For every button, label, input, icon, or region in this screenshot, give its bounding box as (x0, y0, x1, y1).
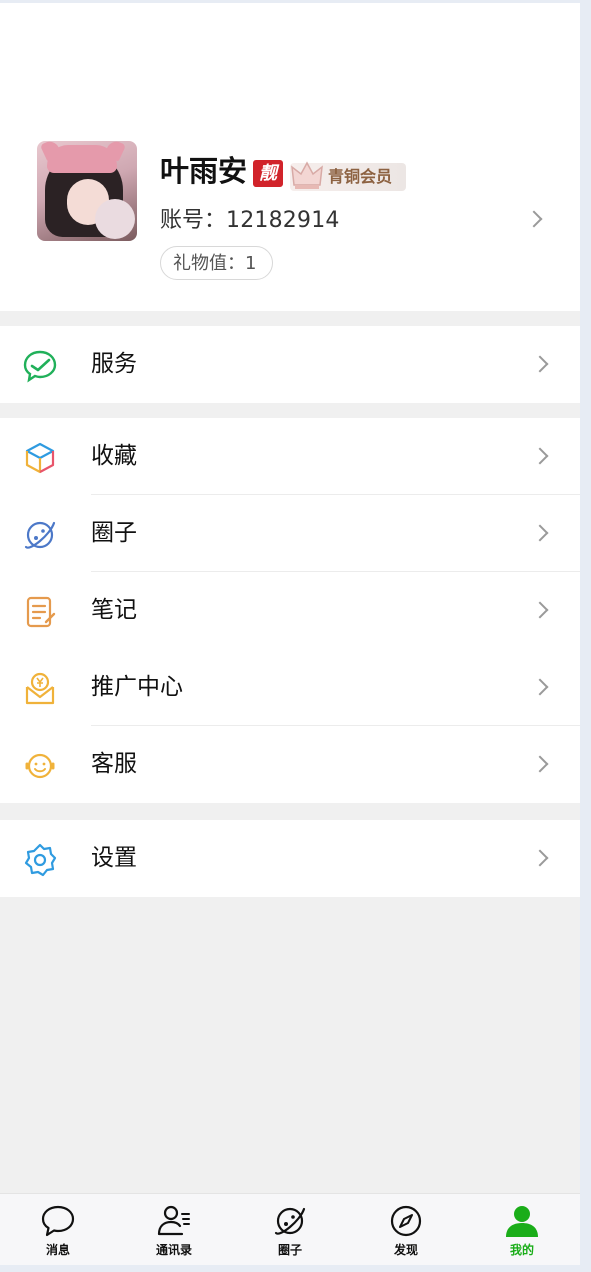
account-value: 12182914 (226, 208, 340, 233)
profile-card[interactable]: 叶雨安 靓 青铜会员 账号：12182914 礼物值：1 (0, 3, 580, 311)
chevron-right-icon (531, 355, 549, 373)
headset-smile-icon (25, 753, 55, 779)
gift-label: 礼物值： (173, 253, 245, 274)
tab-label-circle: 圈子 (277, 1243, 302, 1257)
menu-item-favorites[interactable]: 收藏 (0, 418, 580, 495)
pretty-number-badge: 靓 (253, 160, 283, 187)
menu-label-promotion: 推广中心 (91, 674, 183, 700)
account-line: 账号：12182914 (160, 206, 340, 236)
chevron-right-icon (531, 601, 549, 619)
compass-icon (390, 1205, 422, 1237)
menu-label-notes: 笔记 (91, 597, 137, 623)
menu-item-service[interactable]: 服务 (0, 326, 580, 403)
favorites-box-icon (25, 442, 55, 474)
app-screen: 叶雨安 靓 青铜会员 账号：12182914 礼物值：1 服务 收藏 圈子 笔记… (0, 3, 580, 1265)
menu-group-service: 服务 (0, 326, 580, 403)
contacts-icon (157, 1205, 190, 1236)
chevron-right-icon (531, 849, 549, 867)
tab-discover[interactable]: 发现 (348, 1194, 464, 1265)
tab-label-me: 我的 (509, 1243, 534, 1257)
gift-value-pill[interactable]: 礼物值：1 (160, 246, 273, 280)
gift-value: 1 (245, 253, 257, 274)
member-level-badge[interactable]: 青铜会员 (290, 161, 406, 191)
menu-item-circle[interactable]: 圈子 (0, 495, 580, 572)
account-label: 账号： (160, 208, 227, 233)
planet-icon (24, 521, 56, 549)
tab-label-discover: 发现 (393, 1243, 418, 1257)
menu-label-favorites: 收藏 (91, 443, 137, 469)
menu-item-notes[interactable]: 笔记 (0, 572, 580, 649)
user-icon (506, 1206, 538, 1237)
user-name: 叶雨安 (160, 154, 248, 188)
crown-icon (291, 161, 323, 189)
menu-item-promotion[interactable]: 推广中心 (0, 649, 580, 726)
tab-label-contacts: 通讯录 (155, 1243, 192, 1257)
chat-bubble-icon (41, 1205, 75, 1237)
chevron-right-icon (531, 678, 549, 696)
chevron-right-icon (531, 447, 549, 465)
tab-me[interactable]: 我的 (464, 1194, 580, 1265)
menu-group-settings: 设置 (0, 820, 580, 897)
service-icon (23, 350, 57, 383)
avatar[interactable] (37, 141, 137, 241)
menu-item-settings[interactable]: 设置 (0, 820, 580, 897)
menu-label-settings: 设置 (91, 845, 137, 871)
gear-icon (24, 843, 57, 877)
chevron-right-icon (531, 755, 549, 773)
promotion-yen-icon (25, 672, 55, 705)
notes-icon (26, 596, 56, 628)
bottom-nav: 消息 通讯录 圈子 发现 我的 (0, 1193, 580, 1265)
menu-label-service: 服务 (91, 351, 137, 377)
tab-contacts[interactable]: 通讯录 (116, 1194, 232, 1265)
menu-item-customer-service[interactable]: 客服 (0, 726, 580, 803)
chevron-right-icon (531, 524, 549, 542)
tab-circle[interactable]: 圈子 (232, 1194, 348, 1265)
member-level-label: 青铜会员 (328, 167, 393, 186)
tab-messages[interactable]: 消息 (0, 1194, 116, 1265)
chevron-right-icon[interactable] (525, 210, 543, 228)
menu-group-main: 收藏 圈子 笔记 推广中心 客服 (0, 418, 580, 803)
tab-label-messages: 消息 (45, 1243, 70, 1257)
planet-icon (274, 1207, 306, 1235)
menu-label-customer-service: 客服 (91, 751, 137, 777)
menu-label-circle: 圈子 (91, 520, 137, 546)
